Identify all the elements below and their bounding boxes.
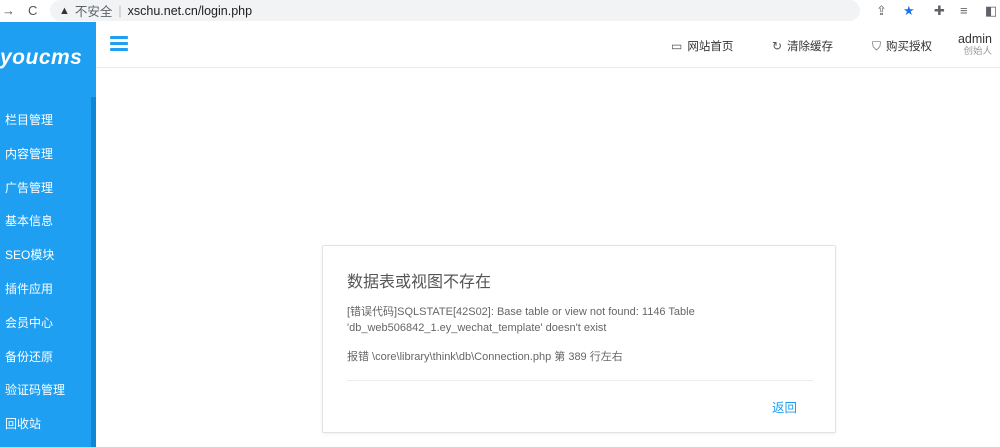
- monitor-icon: ▭: [671, 39, 683, 53]
- sidebar-item-recycle-bin[interactable]: 回收站: [0, 408, 91, 442]
- user-name: admin: [957, 32, 992, 46]
- back-icon[interactable]: →: [2, 2, 15, 19]
- clear-cache-label: 清除缓存: [787, 41, 834, 53]
- browser-toolbar: → C ▲ 不安全 | xschu.net.cn/login.php ⇪ ★ ✚…: [0, 0, 1000, 23]
- sidebar: youcms 栏目管理 内容管理 广告管理 基本信息 SEO模块 插件应用 会员…: [0, 22, 96, 447]
- back-link[interactable]: 返回: [772, 397, 797, 416]
- sidebar-item-captcha[interactable]: 验证码管理: [0, 374, 91, 408]
- user-menu[interactable]: admin 创始人: [958, 32, 992, 58]
- reading-list-icon[interactable]: ≡: [960, 3, 968, 19]
- insecure-label[interactable]: 不安全: [75, 1, 113, 20]
- sidebar-item-seo[interactable]: SEO模块: [0, 239, 91, 273]
- sidebar-item-column[interactable]: 栏目管理: [0, 104, 91, 138]
- sidebar-item-content[interactable]: 内容管理: [0, 138, 91, 172]
- sidebar-item-backup[interactable]: 备份还原: [0, 341, 91, 375]
- sidebar-item-members[interactable]: 会员中心: [0, 307, 91, 341]
- url-text[interactable]: xschu.net.cn/login.php: [128, 4, 252, 18]
- menu-toggle-icon[interactable]: [110, 36, 128, 51]
- reload-icon[interactable]: C: [28, 2, 37, 19]
- error-title: 数据表或视图不存在: [347, 274, 492, 291]
- sidebar-item-ads[interactable]: 广告管理: [0, 172, 91, 206]
- home-link[interactable]: ▭ 网站首页: [671, 38, 733, 54]
- logo: youcms: [0, 46, 83, 69]
- shield-icon: ⛉: [872, 38, 882, 53]
- address-bar[interactable]: ▲ 不安全 | xschu.net.cn/login.php: [50, 0, 860, 21]
- sidebar-item-plugins[interactable]: 插件应用: [0, 273, 91, 307]
- side-panel-icon[interactable]: ◧: [985, 3, 997, 19]
- buy-license-label: 购买授权: [886, 41, 933, 53]
- top-header: ▭ 网站首页 ↻ 清除缓存 ⛉ 购买授权 admin 创始人: [96, 22, 1000, 68]
- error-message: [错误代码]SQLSTATE[42S02]: Base table or vie…: [347, 306, 695, 334]
- warning-icon[interactable]: ▲: [59, 5, 70, 17]
- sidebar-item-basic-info[interactable]: 基本信息: [0, 205, 91, 239]
- extensions-icon[interactable]: ✚: [934, 3, 945, 19]
- error-location: 报错 \core\library\think\db\Connection.php…: [347, 351, 623, 363]
- error-divider: [347, 380, 813, 381]
- address-separator: |: [118, 3, 122, 18]
- refresh-icon: ↻: [772, 39, 783, 53]
- buy-license-link[interactable]: ⛉ 购买授权: [872, 38, 932, 54]
- home-link-label: 网站首页: [687, 41, 734, 53]
- clear-cache-link[interactable]: ↻ 清除缓存: [772, 38, 833, 54]
- share-icon[interactable]: ⇪: [876, 3, 887, 19]
- sidebar-menu: 栏目管理 内容管理 广告管理 基本信息 SEO模块 插件应用 会员中心 备份还原…: [0, 104, 91, 442]
- user-role: 创始人: [963, 46, 992, 57]
- bookmark-star-icon[interactable]: ★: [903, 3, 915, 19]
- error-panel: 数据表或视图不存在 [错误代码]SQLSTATE[42S02]: Base ta…: [322, 245, 836, 433]
